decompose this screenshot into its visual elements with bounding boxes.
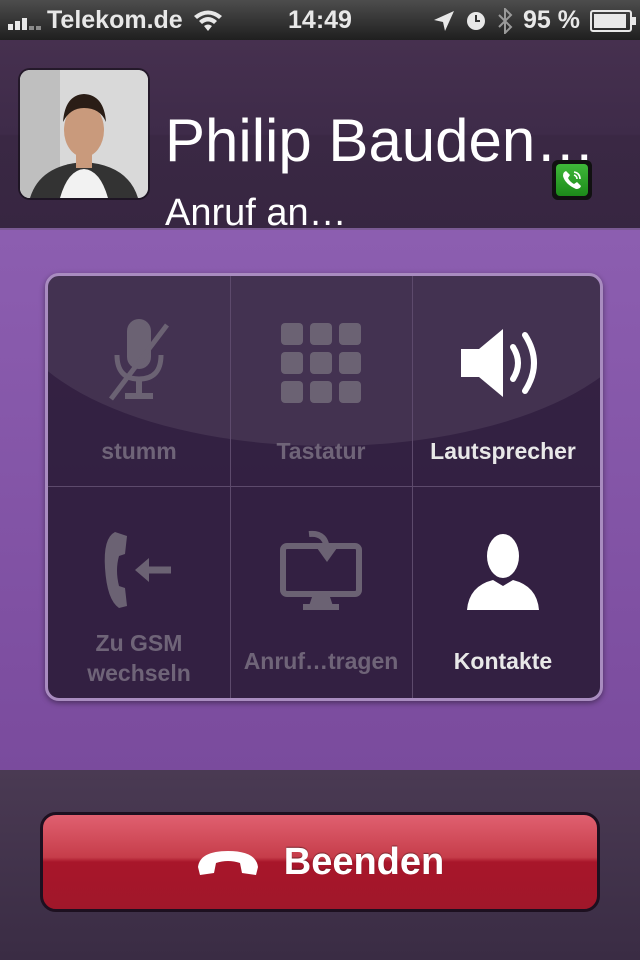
caller-avatar <box>20 70 148 198</box>
contacts-label: Kontakte <box>453 648 553 674</box>
speaker-button[interactable]: Lautsprecher <box>412 276 594 486</box>
contacts-button[interactable]: Kontakte <box>412 486 594 696</box>
end-call-button[interactable]: Beenden <box>40 812 600 912</box>
battery-percent: 95 % <box>523 6 580 34</box>
muted-microphone-icon <box>109 319 169 401</box>
call-status: Anruf an… <box>165 192 347 234</box>
switch-to-gsm-label: Zu GSM wechseln <box>48 628 230 688</box>
transfer-call-icon <box>280 530 362 610</box>
end-call-label: Beenden <box>283 840 445 883</box>
call-controls-panel: stumm Tastatur Lautsprecher Zu GSM wechs… <box>45 273 603 701</box>
bluetooth-icon <box>498 7 513 34</box>
keypad-label: Tastatur <box>276 438 366 464</box>
mute-button[interactable]: stumm <box>48 276 230 486</box>
mute-label: stumm <box>101 438 177 464</box>
transfer-call-button[interactable]: Anruf…tragen <box>230 486 412 696</box>
viber-phone-icon <box>552 160 592 200</box>
caller-header: Philip Bauden… Anruf an… <box>0 40 640 234</box>
switch-to-gsm-label-line1: Zu GSM <box>95 630 183 656</box>
switch-to-gsm-icon <box>104 532 171 608</box>
status-bar: Telekom.de 14:49 95 % <box>0 0 640 40</box>
switch-to-gsm-button[interactable]: Zu GSM wechseln <box>48 486 230 696</box>
transfer-call-label: Anruf…tragen <box>243 648 399 674</box>
caller-name: Philip Bauden… <box>165 107 596 174</box>
location-arrow-icon <box>434 10 455 31</box>
alarm-clock-icon <box>467 11 486 30</box>
contact-person-icon <box>467 534 539 610</box>
battery-icon <box>590 9 636 32</box>
switch-to-gsm-label-line2: wechseln <box>87 660 191 686</box>
speaker-icon <box>461 329 537 397</box>
keypad-button[interactable]: Tastatur <box>230 276 412 486</box>
speaker-label: Lautsprecher <box>430 438 576 464</box>
keypad-icon <box>281 323 361 403</box>
hang-up-phone-icon <box>197 851 258 875</box>
